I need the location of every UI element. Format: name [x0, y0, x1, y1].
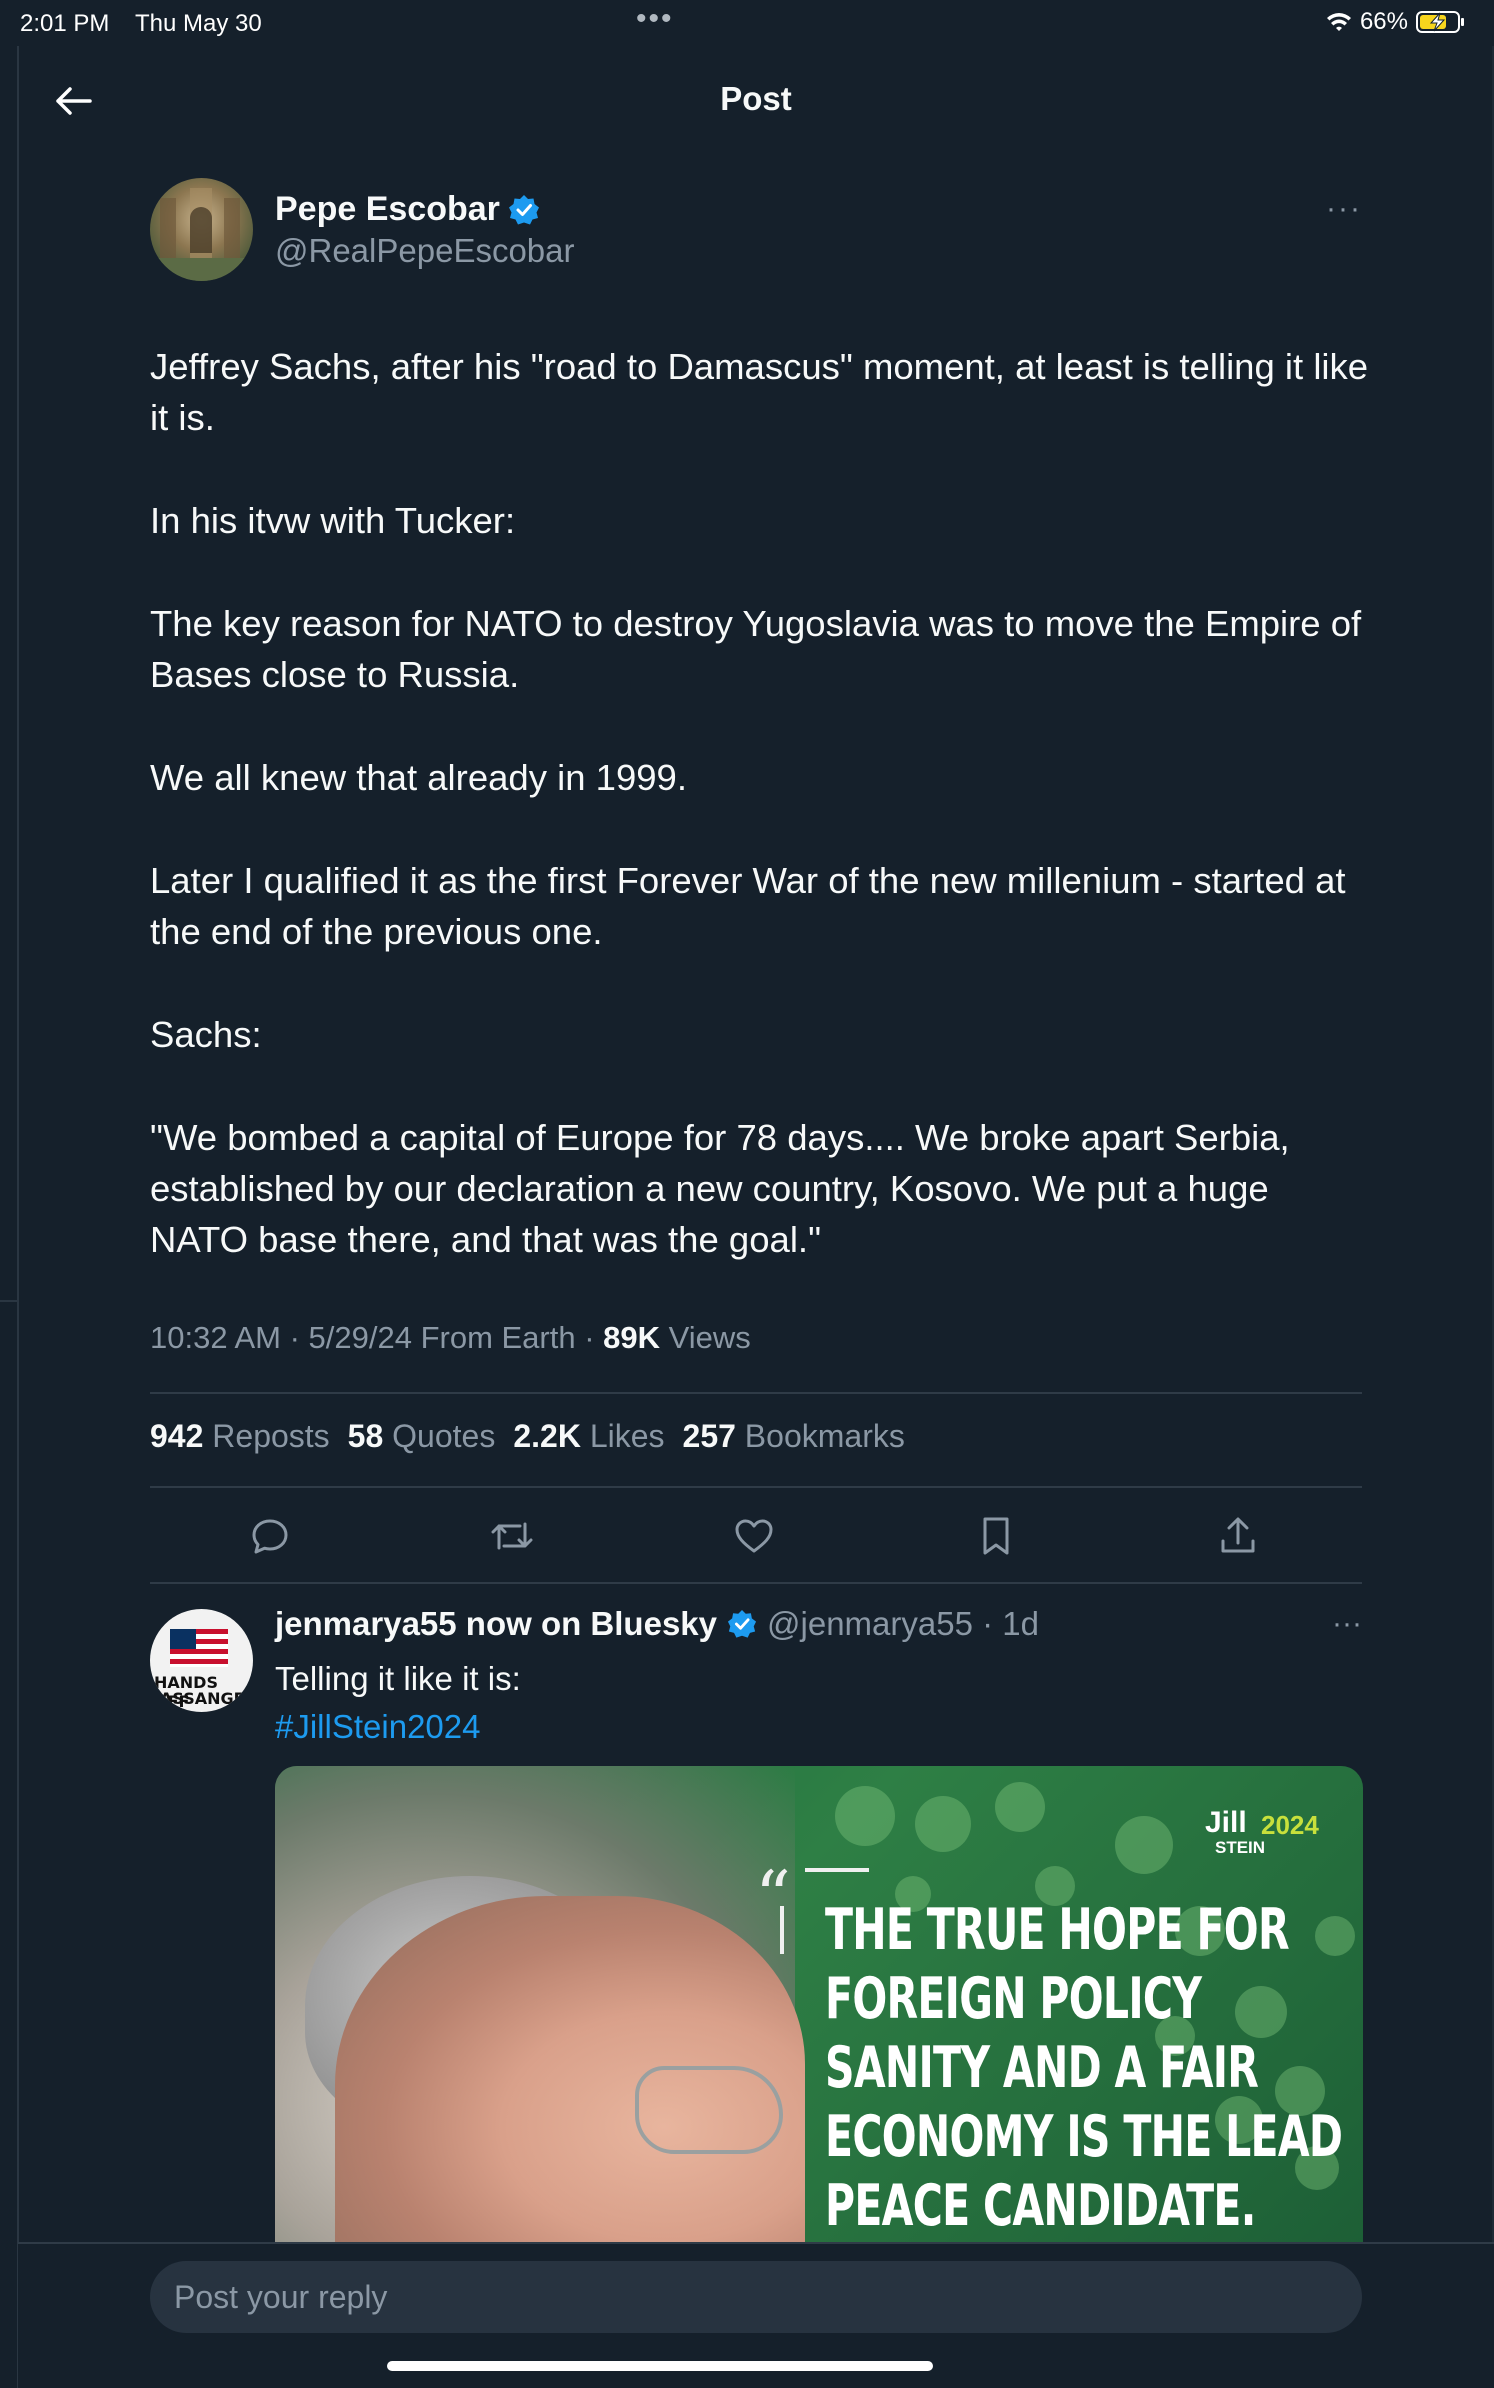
views-count: 89K — [603, 1320, 661, 1355]
reposts-stat[interactable]: 942 Reposts — [150, 1418, 330, 1455]
top-navigation-bar: Post — [18, 60, 1494, 140]
share-icon — [1221, 1517, 1255, 1553]
avatar-caption: ASSANGE — [160, 1689, 245, 1708]
quotes-label: Quotes — [392, 1418, 496, 1454]
home-indicator[interactable] — [387, 2361, 933, 2371]
post-paragraph: "We bombed a capital of Europe for 78 da… — [150, 1117, 1290, 1260]
wifi-icon — [1326, 13, 1351, 31]
status-bar: 2:01 PM Thu May 30 ••• 66% — [0, 0, 1494, 46]
campaign-logo-surname: STEIN — [1215, 1838, 1266, 1857]
avatar-flag-canton — [170, 1629, 196, 1649]
status-indicators: 66% — [1326, 8, 1466, 36]
bookmarks-count: 257 — [682, 1418, 736, 1454]
likes-stat[interactable]: 2.2K Likes — [513, 1418, 664, 1455]
post-author: Pepe Escobar @RealPepeEscobar ··· — [150, 178, 1362, 288]
quote-line: ECONOMY IS THE LEAD — [825, 2104, 1343, 2170]
quotes-count: 58 — [347, 1418, 384, 1454]
post-timestamp[interactable]: 10:32 AM · 5/29/24 From Earth · — [150, 1320, 603, 1355]
quote-line: PEACE CANDIDATE. — [825, 2173, 1256, 2239]
repost-icon — [491, 1522, 533, 1550]
author-name-row[interactable]: Pepe Escobar — [275, 190, 540, 229]
more-options-button[interactable]: ··· — [1326, 192, 1362, 226]
reply-body: Telling it like it is: — [275, 1660, 521, 1697]
status-time: 2:01 PM — [20, 10, 110, 37]
battery-percent: 66% — [1359, 8, 1408, 35]
post-paragraph: Later I qualified it as the first Foreve… — [150, 860, 1346, 952]
post-paragraph: We all knew that already in 1999. — [150, 757, 688, 798]
repost-button[interactable] — [484, 1508, 540, 1564]
hashtag-link[interactable]: #JillStein2024 — [275, 1703, 521, 1751]
reply-author-handle[interactable]: @jenmarya55 · 1d — [767, 1605, 1039, 1643]
author-handle[interactable]: @RealPepeEscobar — [275, 232, 575, 270]
page-title: Post — [720, 80, 792, 117]
reply-header: jenmarya55 now on Bluesky @jenmarya55 · … — [275, 1605, 1039, 1643]
campaign-logo-name: Jill — [1205, 1806, 1247, 1839]
views-label: Views — [660, 1320, 751, 1355]
reply-avatar[interactable]: HANDS OFF ASSANGE — [150, 1609, 253, 1712]
quote-mark-icon: “ — [755, 1856, 791, 1938]
avatar[interactable] — [150, 178, 253, 281]
post-metadata: 10:32 AM · 5/29/24 From Earth · 89K View… — [150, 1320, 751, 1356]
verified-badge-icon — [508, 194, 539, 224]
campaign-logo-year: 2024 — [1261, 1810, 1319, 1840]
likes-count: 2.2K — [513, 1418, 581, 1454]
bookmarks-label: Bookmarks — [744, 1418, 905, 1454]
divider — [150, 1582, 1362, 1584]
post-body: Jeffrey Sachs, after his "road to Damasc… — [150, 341, 1370, 1265]
reply-icon — [252, 1519, 288, 1554]
quote-line: FOREIGN POLICY — [825, 1966, 1202, 2032]
reply-text: Telling it like it is: #JillStein2024 — [275, 1655, 521, 1751]
media-quote: THE TRUE HOPE FOR FOREIGN POLICY SANITY … — [825, 1896, 1343, 2241]
bookmarks-stat[interactable]: 257 Bookmarks — [683, 1418, 905, 1455]
reply-input[interactable] — [150, 2261, 1362, 2333]
quote-bar — [780, 1906, 784, 1954]
bookmark-icon — [983, 1517, 1009, 1555]
reply-media-image[interactable]: “ THE TRUE HOPE FOR FOREIGN POLICY SANIT… — [275, 1766, 1363, 2246]
reply-button[interactable] — [242, 1508, 298, 1564]
quotes-stat[interactable]: 58 Quotes — [348, 1418, 496, 1455]
quote-line: SANITY AND A FAIR — [825, 2035, 1259, 2101]
reposts-label: Reposts — [212, 1418, 330, 1454]
divider — [150, 1392, 1362, 1394]
left-divider-tick — [0, 1300, 17, 1302]
post-stats: 942 Reposts 58 Quotes 2.2K Likes 257 Boo… — [150, 1418, 905, 1455]
divider — [150, 1486, 1362, 1488]
like-icon — [735, 1519, 773, 1553]
post-paragraph: Sachs: — [150, 1014, 262, 1055]
status-date: Thu May 30 — [135, 10, 262, 37]
bookmark-button[interactable] — [968, 1508, 1024, 1564]
verified-badge-icon — [727, 1609, 757, 1638]
reply-author-name[interactable]: jenmarya55 now on Bluesky — [275, 1605, 717, 1643]
battery-charging-icon — [1416, 11, 1464, 33]
reply-more-options-button[interactable]: ··· — [1332, 1607, 1362, 1641]
reposts-count: 942 — [150, 1418, 204, 1454]
likes-label: Likes — [589, 1418, 665, 1454]
post-paragraph: The key reason for NATO to destroy Yugos… — [150, 603, 1362, 695]
post-actions — [150, 1508, 1362, 1564]
photo-glasses — [635, 2066, 783, 2154]
multitask-icon[interactable]: ••• — [636, 2, 674, 36]
left-divider — [17, 46, 19, 2388]
author-name[interactable]: Pepe Escobar — [275, 190, 500, 229]
post-paragraph: Jeffrey Sachs, after his "road to Damasc… — [150, 346, 1369, 438]
share-button[interactable] — [1210, 1508, 1266, 1564]
like-button[interactable] — [726, 1508, 782, 1564]
avatar-image — [150, 188, 253, 281]
quote-rule — [805, 1868, 869, 1872]
quote-line: THE TRUE HOPE FOR — [825, 1897, 1290, 1963]
post-paragraph: In his itvw with Tucker: — [150, 500, 516, 541]
